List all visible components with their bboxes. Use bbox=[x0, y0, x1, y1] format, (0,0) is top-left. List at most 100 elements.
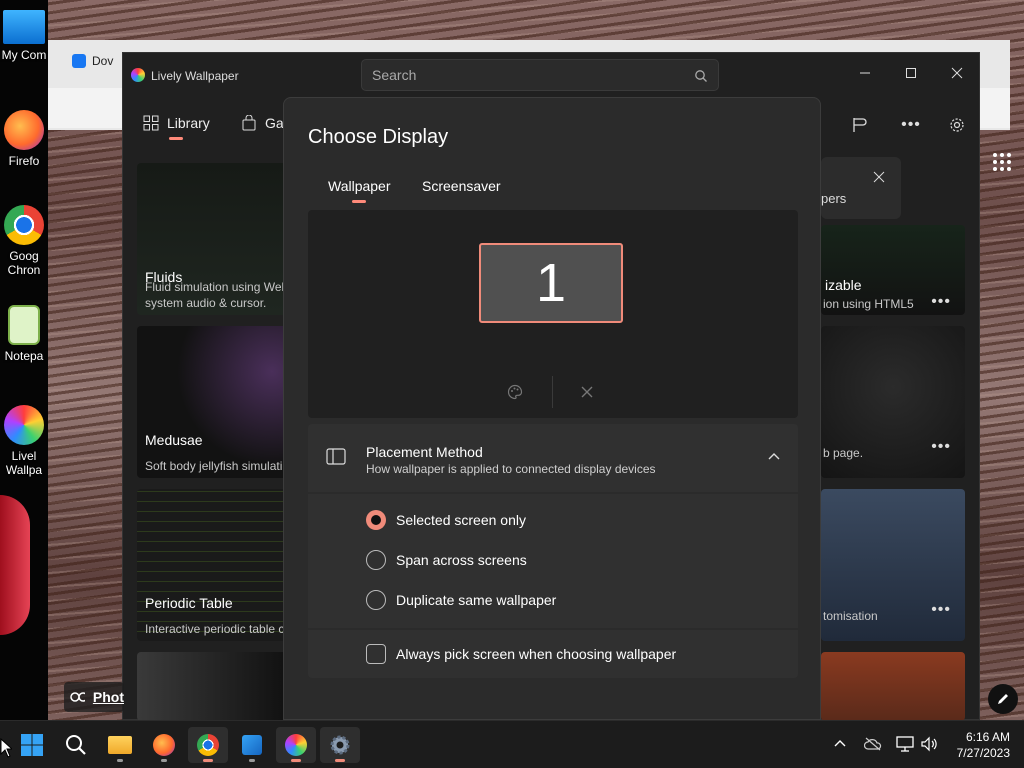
option-label: Duplicate same wallpaper bbox=[396, 592, 557, 608]
wallpaper-card-periodic-table[interactable]: Periodic Table Interactive periodic tabl… bbox=[137, 489, 287, 641]
wallpaper-card-right-1[interactable]: izable ion using HTML5 ••• bbox=[821, 225, 965, 315]
more-icon: ••• bbox=[901, 116, 921, 133]
wallpaper-card-next[interactable] bbox=[137, 652, 287, 721]
radio-span-screens[interactable] bbox=[366, 550, 386, 570]
option-span-screens[interactable]: Span across screens bbox=[366, 550, 527, 570]
taskbar-file-explorer[interactable] bbox=[100, 727, 140, 763]
card-more-icon[interactable]: ••• bbox=[931, 438, 951, 456]
volume-icon[interactable] bbox=[920, 736, 938, 752]
search-input[interactable] bbox=[372, 67, 672, 83]
remove-wallpaper-button[interactable] bbox=[571, 376, 603, 408]
running-indicator bbox=[203, 759, 213, 762]
search-icon bbox=[66, 735, 86, 755]
placement-options: Selected screen only Span across screens… bbox=[308, 494, 798, 628]
gear-icon bbox=[330, 735, 350, 755]
desktop-icon-notepad[interactable]: Notepa bbox=[0, 305, 48, 363]
wallpaper-card-right-2[interactable]: b page. ••• bbox=[821, 326, 965, 478]
lively-logo-icon bbox=[131, 68, 145, 82]
minimize-icon bbox=[860, 72, 870, 74]
taskbar-search-button[interactable] bbox=[56, 727, 96, 763]
wallpaper-card-right-3[interactable]: tomisation ••• bbox=[821, 489, 965, 641]
link-icon bbox=[70, 692, 85, 702]
gear-icon bbox=[950, 118, 964, 132]
computer-icon bbox=[3, 10, 45, 44]
option-duplicate-wallpaper[interactable]: Duplicate same wallpaper bbox=[366, 590, 556, 610]
wallpaper-red-shape bbox=[0, 495, 30, 635]
running-indicator bbox=[335, 759, 345, 762]
search-box[interactable] bbox=[361, 59, 719, 91]
card-description: ion using HTML5 bbox=[823, 297, 914, 311]
apps-grid-icon[interactable] bbox=[992, 152, 1012, 172]
taskbar-store[interactable] bbox=[232, 727, 272, 763]
desktop-icon-label: Goog Chron bbox=[7, 249, 41, 277]
search-icon bbox=[695, 70, 707, 82]
chevron-up-icon[interactable] bbox=[768, 452, 780, 460]
desktop-icon-firefox[interactable]: Firefo bbox=[0, 110, 48, 168]
chevron-up-icon[interactable] bbox=[834, 739, 846, 747]
windows-start-icon bbox=[21, 734, 43, 756]
radio-selected-screen[interactable] bbox=[366, 510, 386, 530]
running-indicator bbox=[117, 759, 123, 762]
placement-method-header[interactable]: Placement Method How wallpaper is applie… bbox=[308, 424, 798, 492]
taskbar-settings[interactable] bbox=[320, 727, 360, 763]
onedrive-icon[interactable] bbox=[864, 737, 882, 751]
flag-button[interactable] bbox=[845, 111, 873, 139]
flag-icon bbox=[853, 118, 867, 132]
wallpaper-card-right-4[interactable] bbox=[821, 652, 965, 721]
card-title: izable bbox=[825, 277, 862, 293]
wallpaper-card-medusae[interactable]: Medusae Soft body jellyfish simulati bbox=[137, 326, 287, 478]
desktop-icon-my-computer[interactable]: My Com bbox=[0, 10, 48, 62]
clock-time: 6:16 AM bbox=[965, 730, 1010, 744]
settings-button[interactable] bbox=[943, 111, 971, 139]
start-button[interactable] bbox=[12, 727, 52, 763]
taskbar-chrome[interactable] bbox=[188, 727, 228, 763]
card-more-icon[interactable]: ••• bbox=[931, 293, 951, 311]
card-description: Fluid simulation using Wel system audio … bbox=[145, 280, 285, 310]
system-clock[interactable]: 6:16 AM 7/27/2023 bbox=[957, 729, 1010, 761]
tab-wallpaper[interactable]: Wallpaper bbox=[328, 178, 391, 194]
choose-display-dialog: Choose Display Wallpaper Screensaver 1 P… bbox=[283, 97, 821, 720]
tab-active-indicator bbox=[352, 200, 366, 203]
always-pick-checkbox[interactable] bbox=[366, 644, 386, 664]
close-window-button[interactable] bbox=[937, 59, 977, 87]
wallpaper-card-fluids[interactable]: Fluids Fluid simulation using Wel system… bbox=[137, 163, 287, 315]
option-label: Selected screen only bbox=[396, 512, 526, 528]
toast-text: pers bbox=[821, 191, 847, 206]
gallery-bag-icon bbox=[242, 115, 256, 131]
maximize-button[interactable] bbox=[891, 59, 931, 87]
nav-gallery[interactable]: Gal bbox=[241, 103, 287, 143]
tab-screensaver[interactable]: Screensaver bbox=[422, 178, 501, 194]
card-description: Interactive periodic table c bbox=[145, 622, 285, 636]
palette-icon bbox=[507, 384, 523, 400]
taskbar-firefox[interactable] bbox=[144, 727, 184, 763]
edit-button[interactable] bbox=[988, 684, 1018, 714]
always-pick-screen-option[interactable]: Always pick screen when choosing wallpap… bbox=[366, 644, 676, 664]
running-indicator bbox=[161, 759, 167, 762]
running-indicator bbox=[249, 759, 255, 762]
more-options-button[interactable]: ••• bbox=[897, 111, 925, 139]
option-selected-screen[interactable]: Selected screen only bbox=[366, 510, 526, 530]
firefox-icon bbox=[153, 734, 175, 756]
desktop-icon-lively[interactable]: Livel Wallpa bbox=[0, 405, 48, 477]
dialog-title: Choose Display bbox=[308, 126, 449, 148]
always-pick-screen-row: Always pick screen when choosing wallpap… bbox=[308, 630, 798, 678]
minimize-button[interactable] bbox=[845, 59, 885, 87]
browser-tab[interactable]: Dov bbox=[72, 54, 113, 68]
photo-credit-chip[interactable]: Phot bbox=[64, 682, 124, 712]
radio-duplicate-wallpaper[interactable] bbox=[366, 590, 386, 610]
desktop-icon-label: Livel Wallpa bbox=[5, 449, 43, 477]
close-toast-icon[interactable] bbox=[873, 171, 885, 183]
network-icon[interactable] bbox=[896, 736, 914, 752]
card-more-icon[interactable]: ••• bbox=[931, 601, 951, 619]
taskbar-lively[interactable] bbox=[276, 727, 316, 763]
customise-wallpaper-button[interactable] bbox=[499, 376, 531, 408]
desktop-icon-label: Firefo bbox=[8, 154, 40, 168]
nav-library-label: Library bbox=[167, 115, 210, 131]
panel-layout-icon bbox=[326, 448, 346, 465]
desktop-icon-chrome[interactable]: Goog Chron bbox=[0, 205, 48, 277]
pencil-icon bbox=[998, 694, 1008, 704]
lively-icon bbox=[285, 734, 307, 756]
card-description: Soft body jellyfish simulati bbox=[145, 459, 283, 473]
monitor-1[interactable]: 1 bbox=[479, 243, 623, 323]
card-title: Medusae bbox=[145, 432, 203, 448]
